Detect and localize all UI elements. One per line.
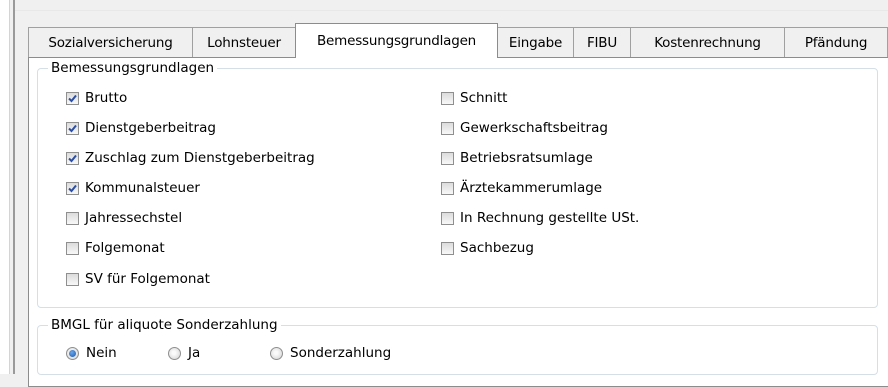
checkmark-icon [66, 91, 79, 105]
window-divider [13, 0, 15, 374]
checkbox-jahressechstel[interactable]: Jahressechstel [66, 210, 182, 226]
checkbox-label: Schnitt [460, 90, 508, 106]
checkbox-empty-icon [441, 121, 454, 135]
checkbox-empty-icon [66, 211, 79, 225]
tab-lohnsteuer[interactable]: Lohnsteuer [192, 27, 296, 57]
radio-label: Sonderzahlung [290, 345, 392, 361]
checkbox-sachbezug[interactable]: Sachbezug [441, 240, 534, 256]
checkmark-icon [66, 181, 79, 195]
checkbox-kommunalsteuer[interactable]: Kommunalsteuer [66, 180, 200, 196]
checkbox-empty-icon [66, 272, 79, 286]
checkbox-gewerkschaftsbeitrag[interactable]: Gewerkschaftsbeitrag [441, 120, 608, 136]
checkbox-empty-icon [441, 211, 454, 225]
checkbox-label: Zuschlag zum Dienstgeberbeitrag [85, 150, 315, 166]
checkbox-betriebsratsumlage[interactable]: Betriebsratsumlage [441, 150, 593, 166]
window-left-edge [0, 0, 10, 374]
checkbox-schnitt[interactable]: Schnitt [441, 90, 507, 106]
checkbox-brutto[interactable]: Brutto [66, 90, 127, 106]
bmgl-group-title: Bemessungsgrundlagen [48, 60, 218, 76]
checkbox-label: Dienstgeberbeitrag [85, 120, 216, 136]
checkbox-label: Jahressechstel [85, 210, 183, 226]
checkbox-label: Kommunalsteuer [85, 180, 200, 196]
checkbox-label: Brutto [85, 90, 128, 106]
radio-ja[interactable]: Ja [168, 345, 200, 361]
radio-selected-icon [66, 346, 79, 360]
radio-sonderzahlung[interactable]: Sonderzahlung [270, 345, 391, 361]
radio-label: Ja [188, 345, 201, 361]
checkbox-label: In Rechnung gestellte USt. [460, 210, 640, 226]
tab-sozialversicherung[interactable]: Sozialversicherung [28, 27, 193, 57]
checkbox-zuschlag-dienstgeberbeitrag[interactable]: Zuschlag zum Dienstgeberbeitrag [66, 150, 315, 166]
checkbox-empty-icon [441, 241, 454, 255]
radio-label: Nein [86, 345, 117, 361]
radio-empty-icon [168, 346, 181, 360]
checkmark-icon [66, 151, 79, 165]
tab-pfaendung[interactable]: Pfändung [784, 27, 888, 57]
checkbox-empty-icon [66, 241, 79, 255]
checkbox-label: Betriebsratsumlage [460, 150, 593, 166]
checkbox-label: SV für Folgemonat [85, 271, 210, 287]
checkbox-rechnung-ust[interactable]: In Rechnung gestellte USt. [441, 210, 639, 226]
tab-fibu[interactable]: FIBU [573, 27, 631, 57]
checkbox-sv-folgemonat[interactable]: SV für Folgemonat [66, 271, 210, 287]
tab-eingabe[interactable]: Eingabe [497, 27, 574, 57]
checkbox-label: Gewerkschaftsbeitrag [460, 120, 608, 136]
checkbox-empty-icon [441, 181, 454, 195]
checkbox-dienstgeberbeitrag[interactable]: Dienstgeberbeitrag [66, 120, 216, 136]
radio-empty-icon [270, 346, 283, 360]
checkbox-aerztekammerumlage[interactable]: Ärztekammerumlage [441, 180, 602, 196]
checkbox-label: Folgemonat [85, 240, 165, 256]
radio-nein[interactable]: Nein [66, 345, 117, 361]
checkbox-label: Ärztekammerumlage [460, 180, 603, 196]
checkbox-folgemonat[interactable]: Folgemonat [66, 240, 165, 256]
checkbox-label: Sachbezug [460, 240, 534, 256]
checkbox-empty-icon [441, 91, 454, 105]
aliquot-group-title: BMGL für aliquote Sonderzahlung [48, 317, 281, 333]
tab-bemessungsgrundlagen[interactable]: Bemessungsgrundlagen [295, 23, 498, 58]
aliquot-groupbox: BMGL für aliquote Sonderzahlung [37, 317, 878, 375]
checkmark-icon [66, 121, 79, 135]
checkbox-empty-icon [441, 151, 454, 165]
tab-kostenrechnung[interactable]: Kostenrechnung [630, 27, 785, 57]
top-divider [15, 10, 888, 11]
